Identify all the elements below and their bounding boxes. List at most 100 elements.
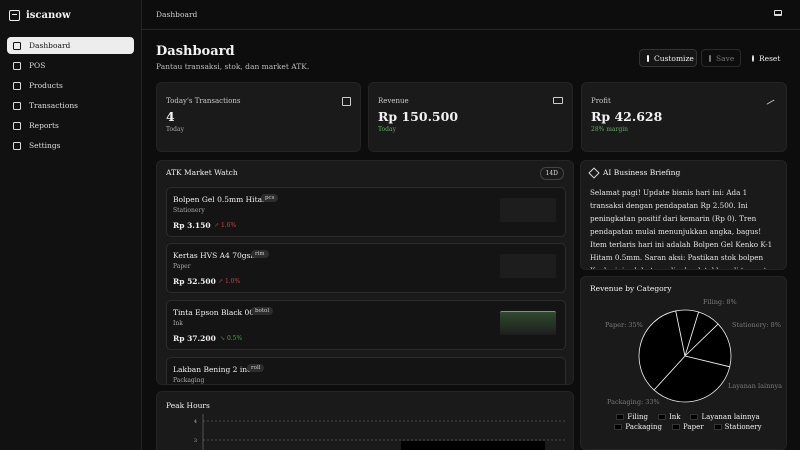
legend-label: Paper: [683, 423, 704, 431]
chart-legend: Filing Ink Layanan lainnya Packaging Paper St…: [593, 413, 783, 431]
range-badge[interactable]: 14D: [539, 167, 564, 180]
market-item[interactable]: Tinta Epson Black 003 botol Ink Rp 37.20…: [166, 300, 566, 350]
price-change: ↗ 1.6%: [214, 222, 237, 229]
stat-card-revenue: Revenue Rp 150.500 Today: [368, 82, 573, 152]
receipt-icon: [13, 101, 21, 110]
pie-label: Filing: 8%: [703, 298, 737, 306]
market-item[interactable]: Bolpen Gel 0.5mm Hitam pcs Stationery Rp…: [166, 187, 566, 237]
item-category: Paper: [173, 263, 191, 270]
sidebar-item-label: Products: [29, 81, 63, 90]
pie-label: Stationery: 8%: [732, 321, 781, 329]
topbar: Dashboard: [142, 0, 800, 30]
unit-badge: botol: [251, 307, 274, 315]
reset-button[interactable]: Reset: [745, 49, 787, 67]
brand[interactable]: iscanow: [0, 0, 141, 30]
save-button[interactable]: Save: [701, 49, 741, 67]
laptop-icon[interactable]: [774, 10, 782, 16]
sidebar-item-dashboard[interactable]: Dashboard: [7, 37, 134, 54]
save-icon: [709, 54, 711, 62]
trending-up-icon: [766, 99, 779, 112]
item-category: Packaging: [173, 377, 205, 384]
stat-card-transactions: Today's Transactions 4 Today: [156, 82, 361, 152]
pie-label: Layanan lainnya: [728, 382, 782, 390]
price-change: ↗ 1.0%: [218, 278, 241, 285]
item-price: Rp 52.500: [173, 277, 216, 286]
sparkline: [500, 254, 556, 278]
customize-button[interactable]: Customize: [639, 49, 697, 67]
layout-icon: [13, 41, 21, 50]
unit-badge: roll: [247, 364, 265, 372]
legend-swatch: [672, 424, 681, 430]
market-watch-title: ATK Market Watch: [166, 168, 238, 177]
sidebar-nav: Dashboard POS Products Transactions Repo…: [0, 37, 141, 154]
legend-label: Ink: [668, 413, 681, 421]
peak-hours-panel: Peak Hours 43: [156, 391, 574, 450]
chart-icon: [13, 121, 21, 130]
peak-hours-chart: 43: [194, 414, 565, 450]
item-name: Tinta Epson Black 003: [173, 308, 259, 317]
stat-card-profit: Profit Rp 42.628 28% margin: [581, 82, 787, 152]
sidebar-item-reports[interactable]: Reports: [7, 117, 134, 134]
change-value: 0.5%: [226, 335, 243, 342]
item-category: Stationery: [173, 207, 205, 214]
sidebar: iscanow Dashboard POS Products Transacti…: [0, 0, 142, 450]
ai-briefing-panel: AI Business Briefing Selamat pagi! Updat…: [580, 160, 787, 270]
item-price: Rp 3.150: [173, 221, 211, 230]
gear-icon: [13, 141, 21, 150]
stat-sub: 28% margin: [591, 126, 629, 133]
page-title: Dashboard: [156, 44, 235, 59]
stat-value: 4: [166, 109, 175, 124]
y-tick-label: 3: [194, 438, 197, 444]
briefing-title: AI Business Briefing: [603, 168, 681, 177]
sliders-icon: [647, 54, 649, 62]
stat-label: Revenue: [378, 97, 409, 105]
receipt-icon: [342, 97, 351, 106]
market-item[interactable]: Kertas HVS A4 70gsm rim Paper Rp 52.500 …: [166, 243, 566, 293]
sidebar-item-label: Transactions: [29, 101, 79, 110]
item-category: Ink: [173, 320, 183, 327]
legend-item[interactable]: Stationery: [713, 423, 762, 431]
legend-item[interactable]: Layanan lainnya: [690, 413, 760, 421]
cart-icon: [13, 61, 21, 70]
sidebar-item-pos[interactable]: POS: [7, 57, 134, 74]
legend-item[interactable]: Packaging: [614, 423, 662, 431]
legend-swatch: [713, 424, 722, 430]
market-item[interactable]: Lakban Bening 2 inch roll Packaging: [166, 357, 566, 384]
legend-swatch: [614, 424, 623, 430]
sidebar-item-label: Reports: [29, 121, 59, 130]
breadcrumb: Dashboard: [156, 10, 198, 19]
change-value: 1.0%: [224, 278, 241, 285]
legend-label: Layanan lainnya: [701, 413, 760, 421]
sidebar-item-label: Dashboard: [29, 41, 71, 50]
stat-label: Today's Transactions: [166, 97, 241, 105]
sparkline: [500, 311, 556, 335]
stat-value: Rp 150.500: [378, 109, 459, 124]
app-name: iscanow: [26, 9, 71, 21]
legend-item[interactable]: Filing: [616, 413, 648, 421]
item-name: Kertas HVS A4 70gsm: [173, 251, 258, 260]
stat-sub: Today: [378, 126, 396, 133]
market-watch-panel: ATK Market Watch 14D Bolpen Gel 0.5mm Hi…: [156, 160, 574, 385]
legend-item[interactable]: Paper: [672, 423, 704, 431]
box-icon: [13, 81, 21, 90]
reset-label: Reset: [759, 53, 781, 63]
stat-sub: Today: [166, 126, 184, 133]
change-value: 1.6%: [220, 222, 237, 229]
legend-item[interactable]: Ink: [657, 413, 681, 421]
cash-icon: [553, 97, 563, 104]
sparkle-icon: [588, 167, 600, 179]
chart-bar[interactable]: [401, 441, 545, 450]
reset-icon: [752, 54, 754, 62]
legend-label: Stationery: [724, 423, 762, 431]
sidebar-item-settings[interactable]: Settings: [7, 137, 134, 154]
stat-label: Profit: [591, 97, 611, 105]
sidebar-item-label: Settings: [29, 141, 61, 150]
save-label: Save: [716, 53, 735, 63]
legend-label: Filing: [627, 413, 648, 421]
customize-label: Customize: [654, 53, 694, 63]
unit-badge: pcs: [261, 194, 279, 202]
sidebar-item-products[interactable]: Products: [7, 77, 134, 94]
sidebar-item-transactions[interactable]: Transactions: [7, 97, 134, 114]
item-price: Rp 37.200: [173, 334, 216, 343]
pie-label: Paper: 35%: [605, 321, 643, 329]
